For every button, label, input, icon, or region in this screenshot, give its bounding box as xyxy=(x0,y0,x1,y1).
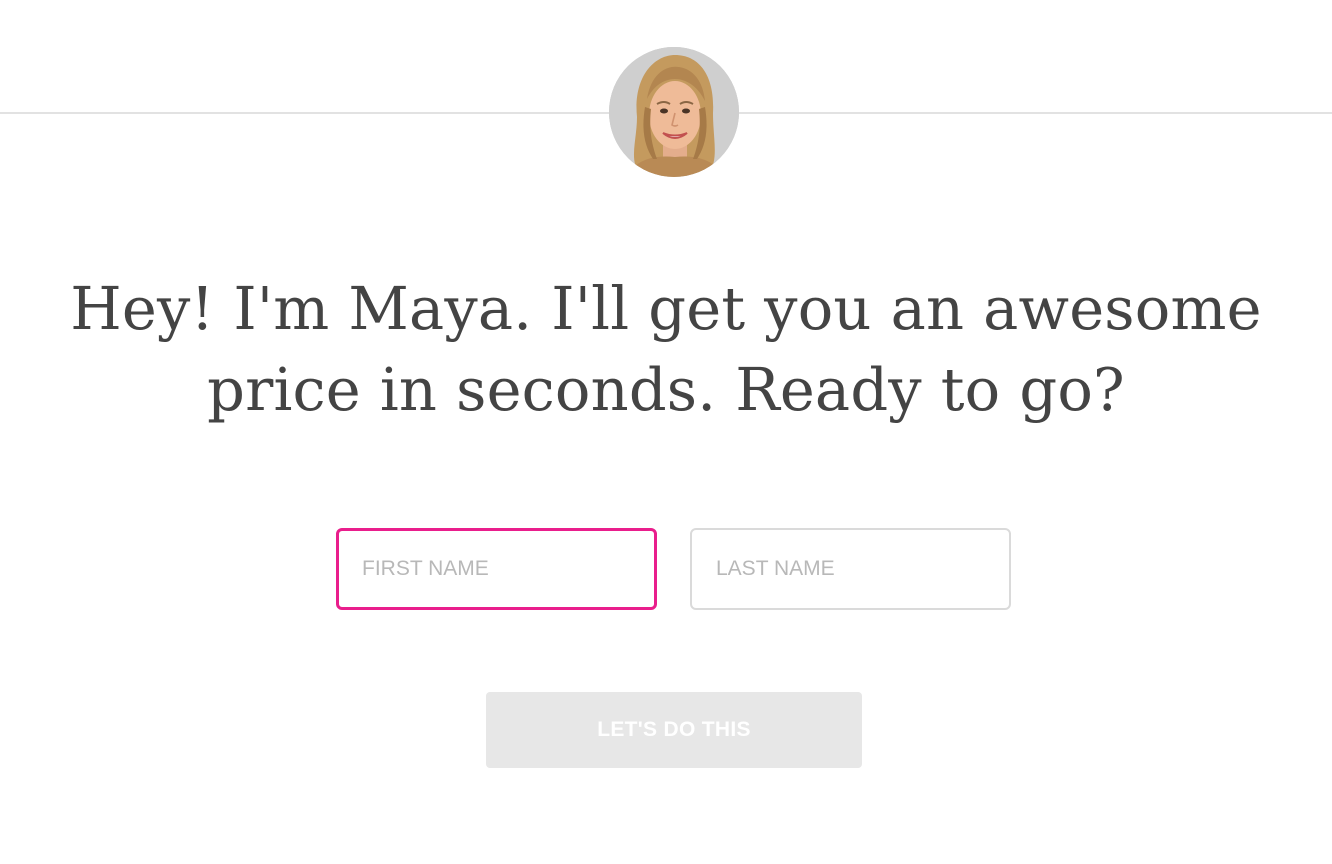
maya-avatar xyxy=(609,47,739,177)
page-headline: Hey! I'm Maya. I'll get you an awesome p… xyxy=(70,274,1262,424)
maya-portrait-icon xyxy=(609,47,739,177)
last-name-input[interactable] xyxy=(690,528,1011,610)
submit-button[interactable]: LET'S DO THIS xyxy=(486,692,862,768)
first-name-input[interactable] xyxy=(336,528,657,610)
